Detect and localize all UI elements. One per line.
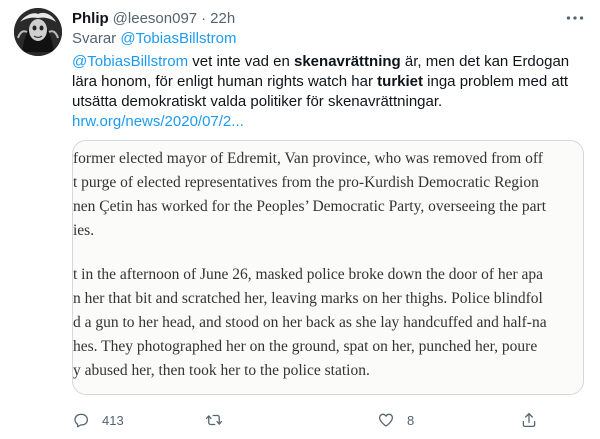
body-text-part: vet inte vad en [188,53,294,70]
share-icon [522,412,536,428]
article-screenshot-text: former elected mayor of Edremit, Van pro… [73,147,583,383]
more-dots-icon [566,16,584,20]
body-bold-word: turkiet [377,73,423,90]
tweet-header: Phlip @leeson097 · 22h [72,8,235,28]
replying-to: Svarar @TobiasBillstrom [72,30,236,47]
article-line: d a gun to her head, and stood on her ba… [73,314,547,331]
article-line: t purge of elected representatives from … [73,174,539,191]
author-handle[interactable]: @leeson097 [113,10,197,27]
like-button[interactable]: 8 [377,408,414,432]
separator: · [201,9,207,27]
replying-to-mention[interactable]: @TobiasBillstrom [120,30,236,47]
article-link[interactable]: hrw.org/news/2020/07/2... [72,112,584,132]
retweet-button[interactable] [205,408,235,432]
tweet[interactable]: Phlip @leeson097 · 22h Svarar @TobiasBil… [0,0,600,439]
article-line: ies. [73,222,95,239]
action-bar: 413 8 [72,408,584,432]
article-line: former elected mayor of Edremit, Van pro… [73,150,543,167]
avatar-image [14,8,62,56]
media-image[interactable]: former elected mayor of Edremit, Van pro… [72,140,584,395]
share-button[interactable] [520,408,538,432]
reply-bubble-icon [74,413,89,428]
article-line: y abused her, then took her to the polic… [73,362,370,379]
article-line: t in the afternoon of June 26, masked po… [73,266,544,283]
replying-to-label: Svarar [72,30,117,47]
article-line: nen Çetin has worked for the Peoples’ De… [73,198,547,215]
reply-count: 413 [102,412,124,428]
author-name[interactable]: Phlip [72,10,109,27]
avatar[interactable] [14,8,62,56]
reply-button[interactable]: 413 [72,408,124,432]
article-line: hes. They photographed her on the ground… [73,338,538,355]
timestamp[interactable]: 22h [210,10,235,27]
like-count: 8 [407,412,415,428]
body-bold-word: skenavrättning [294,53,401,70]
tweet-text: @TobiasBillstrom vet inte vad en skenavr… [72,52,584,132]
body-mention[interactable]: @TobiasBillstrom [72,53,188,70]
article-line: n her that bit and scratched her, leavin… [73,290,543,307]
retweet-icon [205,414,223,426]
heart-icon [378,413,394,427]
more-options-button[interactable] [564,8,586,28]
